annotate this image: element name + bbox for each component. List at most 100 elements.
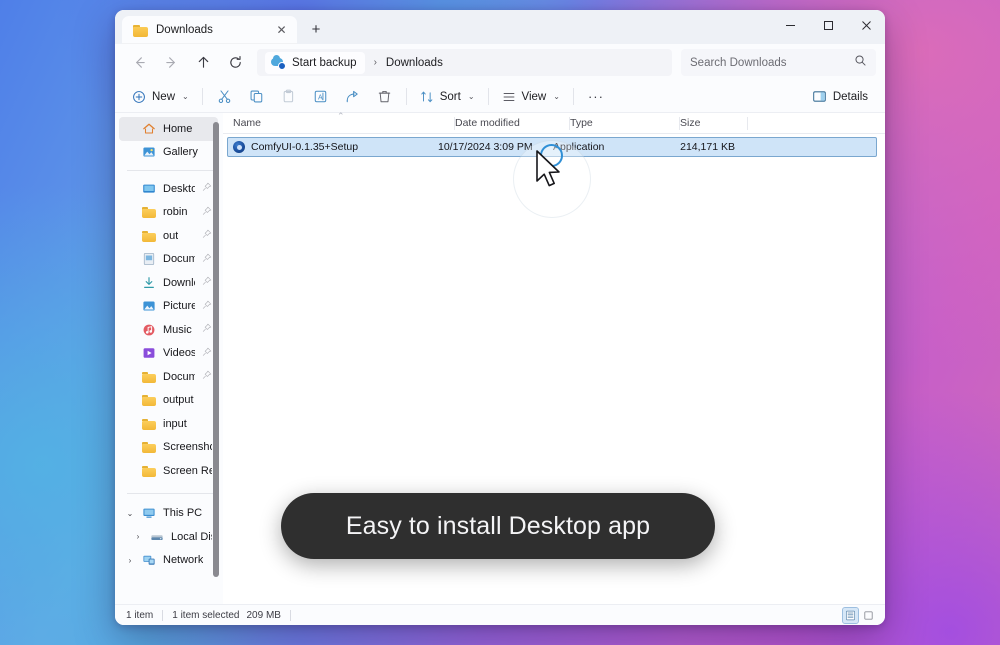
cut-button[interactable] — [209, 84, 240, 110]
share-button[interactable] — [337, 84, 368, 110]
pin-icon[interactable] — [202, 206, 212, 219]
pin-icon[interactable] — [202, 300, 212, 313]
sidebar-item-pictures[interactable]: Pictures — [119, 295, 218, 319]
column-header-size[interactable]: Size — [680, 113, 748, 134]
sidebar-item-gallery[interactable]: Gallery — [119, 141, 218, 165]
sidebar-item-robin[interactable]: robin — [119, 201, 218, 225]
paste-icon — [281, 89, 296, 104]
column-header-date-modified[interactable]: Date modified — [455, 113, 570, 134]
sidebar-item-local-disk-c[interactable]: › Local Disk (C:) — [119, 525, 218, 549]
chevron-right-icon[interactable]: › — [125, 556, 135, 565]
search-icon — [854, 54, 867, 72]
large-icons-view-button[interactable] — [861, 608, 876, 623]
sidebar-item-label: This PC — [163, 507, 203, 520]
sidebar-item-music[interactable]: Music — [119, 318, 218, 342]
forward-icon[interactable] — [156, 49, 186, 77]
sidebar-item-label: Music — [163, 323, 192, 336]
folder-icon — [142, 393, 156, 407]
minimize-icon[interactable] — [771, 10, 809, 41]
search-input[interactable]: Search Downloads — [681, 49, 876, 76]
sidebar-item-input[interactable]: input — [119, 412, 218, 436]
sidebar-scrollbar-track[interactable] — [213, 116, 221, 577]
chevron-down-icon: ⌄ — [553, 92, 560, 101]
sidebar-item-output[interactable]: output — [119, 389, 218, 413]
file-size-cell: 214,171 KB — [680, 141, 735, 153]
copy-button[interactable] — [241, 84, 272, 110]
column-header-name[interactable]: Name ⌃ — [233, 111, 455, 134]
more-options-button[interactable]: ··· — [580, 84, 612, 110]
pin-icon[interactable] — [202, 229, 212, 242]
delete-icon — [377, 89, 392, 104]
rename-button[interactable]: A — [305, 84, 336, 110]
sidebar-item-label: Downloads — [163, 276, 195, 289]
documents-icon — [142, 252, 156, 266]
divider — [487, 88, 489, 105]
sidebar-item-documents[interactable]: Documents — [119, 365, 218, 389]
chevron-right-icon[interactable]: › — [133, 532, 143, 541]
details-pane-icon — [812, 89, 827, 104]
pictures-icon — [142, 299, 156, 313]
sidebar-item-label: Documents — [163, 253, 195, 266]
up-icon[interactable] — [188, 49, 218, 77]
sidebar-item-screen-recordings[interactable]: Screen Recordings — [119, 459, 218, 483]
breadcrumb-item-downloads[interactable]: Downloads — [386, 57, 443, 69]
new-button[interactable]: New ⌄ — [125, 84, 196, 110]
column-divider[interactable] — [747, 116, 748, 130]
sidebar-item-label: Local Disk (C:) — [171, 530, 212, 543]
back-icon[interactable] — [124, 49, 154, 77]
column-label: Size — [680, 117, 701, 129]
column-header-type[interactable]: Type — [570, 113, 680, 134]
sidebar-item-downloads[interactable]: Downloads — [119, 271, 218, 295]
delete-button[interactable] — [369, 84, 400, 110]
sidebar-item-label: Home — [163, 122, 193, 135]
sidebar-item-videos[interactable]: Videos — [119, 342, 218, 366]
sidebar-item-screenshots[interactable]: Screenshots — [119, 436, 218, 460]
downloads-icon — [142, 276, 156, 290]
maximize-icon[interactable] — [809, 10, 847, 41]
sidebar-item-network[interactable]: › Network — [119, 549, 218, 573]
sidebar-item-documents-onedrive[interactable]: Documents — [119, 248, 218, 272]
sidebar-item-desktop[interactable]: Desktop — [119, 177, 218, 201]
chevron-down-icon: ⌄ — [467, 92, 475, 101]
tab-downloads[interactable]: Downloads ✕ — [122, 16, 297, 44]
divider — [201, 88, 203, 105]
selection-count: 1 item selected — [172, 609, 240, 621]
chevron-down-icon[interactable]: ⌄ — [125, 509, 135, 518]
mouse-cursor — [535, 150, 565, 197]
pin-icon[interactable] — [202, 370, 212, 383]
sidebar-item-label: output — [163, 394, 194, 407]
sidebar-item-label: input — [163, 417, 187, 430]
file-name-cell: ComfyUI-0.1.35+Setup — [233, 141, 438, 153]
paste-button[interactable] — [273, 84, 304, 110]
pin-icon[interactable] — [202, 182, 212, 195]
sidebar-item-home[interactable]: Home — [119, 117, 218, 141]
new-tab-button[interactable]: + — [303, 16, 329, 42]
sidebar-scrollbar-thumb[interactable] — [213, 122, 219, 577]
close-icon[interactable] — [847, 10, 885, 41]
sidebar-item-out[interactable]: out — [119, 224, 218, 248]
sort-label: Sort — [439, 90, 461, 103]
breadcrumb-item-start-backup[interactable]: Start backup — [265, 51, 365, 74]
sidebar-item-this-pc[interactable]: ⌄ This PC — [119, 502, 218, 526]
pin-icon[interactable] — [202, 253, 212, 266]
pin-icon[interactable] — [202, 323, 212, 336]
sort-button[interactable]: Sort ⌄ — [413, 84, 482, 110]
pin-icon[interactable] — [202, 276, 212, 289]
divider — [127, 492, 213, 494]
details-view-button[interactable] — [842, 606, 859, 624]
divider — [572, 88, 574, 105]
breadcrumb-separator: › — [373, 57, 377, 68]
file-name: ComfyUI-0.1.35+Setup — [251, 141, 359, 153]
pin-icon[interactable] — [202, 347, 212, 360]
refresh-icon[interactable] — [220, 49, 250, 77]
breadcrumb[interactable]: Start backup › Downloads — [257, 49, 672, 76]
view-toggle-group — [842, 606, 876, 624]
details-label: Details — [832, 90, 868, 103]
music-icon — [142, 323, 156, 337]
view-button[interactable]: View ⌄ — [495, 84, 567, 110]
home-icon — [142, 122, 156, 136]
close-icon[interactable]: ✕ — [272, 21, 291, 40]
sidebar-item-label: out — [163, 229, 179, 242]
details-pane-button[interactable]: Details — [805, 84, 875, 110]
divider — [127, 170, 213, 171]
